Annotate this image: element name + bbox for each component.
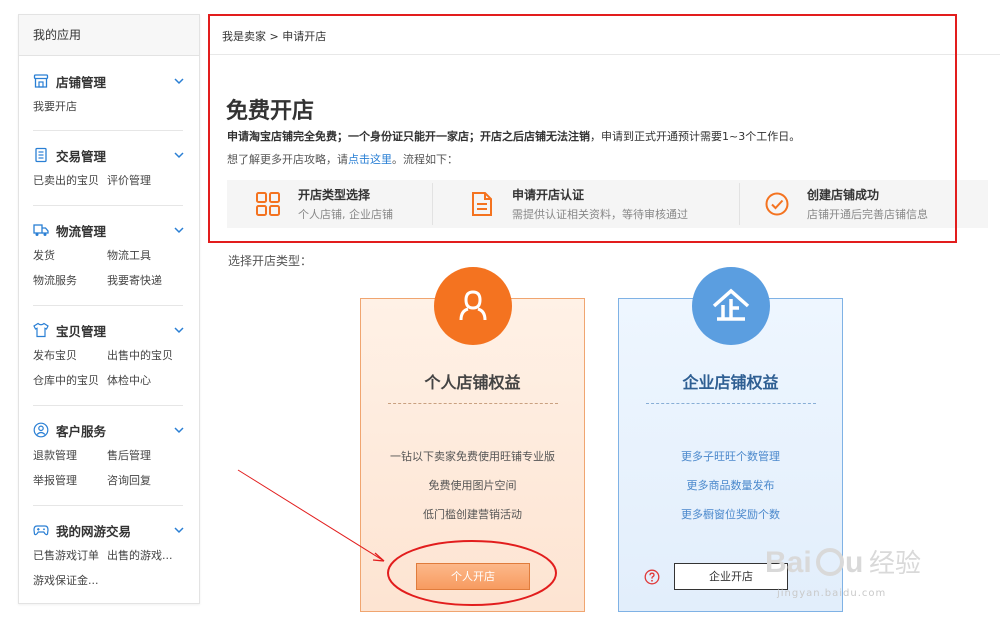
sidebar-section-title[interactable]: 我的网游交易 xyxy=(56,521,173,540)
svg-text:u: u xyxy=(845,546,863,579)
divider xyxy=(33,305,183,306)
sidebar-link-items-on-sale[interactable]: 出售中的宝贝 xyxy=(107,347,185,363)
sidebar-link-publish-item[interactable]: 发布宝贝 xyxy=(33,347,107,363)
sidebar-link-logistics-tools[interactable]: 物流工具 xyxy=(107,247,185,263)
sidebar-section-games: 我的网游交易 已售游戏订单 出售的游戏... 游戏保证金... xyxy=(33,520,185,588)
sidebar-link-items-in-warehouse[interactable]: 仓库中的宝贝 xyxy=(33,372,107,388)
select-shop-type-label: 选择开店类型： xyxy=(228,254,313,268)
sidebar-section-items: 宝贝管理 发布宝贝 出售中的宝贝 仓库中的宝贝 体检中心 xyxy=(33,320,185,388)
sidebar-link-refunds[interactable]: 退款管理 xyxy=(33,447,107,463)
sidebar-section-logistics: 物流管理 发货 物流工具 物流服务 我要寄快递 xyxy=(33,220,185,288)
shop-icon xyxy=(33,74,49,88)
sidebar-link-send-express[interactable]: 我要寄快递 xyxy=(107,272,185,288)
sidebar-link-reports[interactable]: 举报管理 xyxy=(33,472,107,488)
benefit-item: 更多橱窗位奖励个数 xyxy=(681,508,780,521)
person-icon xyxy=(459,290,487,321)
sidebar-link-inquiries[interactable]: 咨询回复 xyxy=(107,472,185,488)
sidebar-link-games-for-sale[interactable]: 出售的游戏... xyxy=(107,547,185,563)
chevron-down-icon[interactable] xyxy=(173,75,185,87)
order-icon xyxy=(35,147,47,163)
customer-icon xyxy=(33,422,49,438)
svg-text:经验: 经验 xyxy=(869,549,921,579)
annotation-highlight-box xyxy=(208,14,957,243)
shirt-icon xyxy=(33,322,49,338)
benefit-item: 一钻以下卖家免费使用旺铺专业版 xyxy=(390,450,555,463)
enterprise-badge xyxy=(692,267,770,345)
sidebar-section-title[interactable]: 店铺管理 xyxy=(56,72,173,91)
gamepad-icon xyxy=(33,525,49,536)
watermark-url: jingyan.baidu.com xyxy=(777,588,887,599)
divider xyxy=(33,205,183,206)
sidebar-link-reviews[interactable]: 评价管理 xyxy=(107,172,185,188)
sidebar: 我的应用 店铺管理 我要开店 交易管理 已卖出的宝贝 评价管理 物流管理 发货 … xyxy=(18,14,200,604)
sidebar-header: 我的应用 xyxy=(19,15,199,56)
page: 我的应用 店铺管理 我要开店 交易管理 已卖出的宝贝 评价管理 物流管理 发货 … xyxy=(0,0,1000,627)
svg-text:Bai: Bai xyxy=(765,546,812,579)
chevron-down-icon[interactable] xyxy=(173,524,185,536)
personal-shop-card[interactable]: 个人店铺权益 一钻以下卖家免费使用旺铺专业版 免费使用图片空间 低门槛创建营销活… xyxy=(360,267,585,612)
sidebar-section-title[interactable]: 客户服务 xyxy=(56,421,173,440)
sidebar-link-ship[interactable]: 发货 xyxy=(33,247,107,263)
baidu-jingyan-logo: Bai u 经验 xyxy=(765,546,921,579)
sidebar-section-title[interactable]: 宝贝管理 xyxy=(56,321,173,340)
sidebar-link-sold-game-orders[interactable]: 已售游戏订单 xyxy=(33,547,107,563)
divider xyxy=(388,403,558,404)
chevron-down-icon[interactable] xyxy=(173,324,185,336)
open-personal-shop-button[interactable]: 个人开店 xyxy=(416,563,530,590)
card-title: 企业店铺权益 xyxy=(682,373,779,392)
card-title: 个人店铺权益 xyxy=(424,373,521,392)
sidebar-link-logistics-service[interactable]: 物流服务 xyxy=(33,272,107,288)
sidebar-link-after-sales[interactable]: 售后管理 xyxy=(107,447,185,463)
sidebar-section-shop: 店铺管理 我要开店 xyxy=(33,71,185,114)
sidebar-section-title[interactable]: 物流管理 xyxy=(56,221,173,240)
chevron-down-icon[interactable] xyxy=(173,224,185,236)
divider xyxy=(33,505,183,506)
sidebar-link-sold-items[interactable]: 已卖出的宝贝 xyxy=(33,172,107,188)
benefit-item: 低门槛创建营销活动 xyxy=(423,508,522,521)
divider xyxy=(646,403,816,404)
sidebar-link-game-deposit[interactable]: 游戏保证金... xyxy=(33,572,107,588)
sidebar-section-trade: 交易管理 已卖出的宝贝 评价管理 xyxy=(33,145,185,188)
chevron-down-icon[interactable] xyxy=(173,424,185,436)
benefit-item: 免费使用图片空间 xyxy=(428,479,517,492)
truck-icon xyxy=(33,224,49,236)
help-icon[interactable] xyxy=(644,569,660,585)
chevron-down-icon[interactable] xyxy=(173,149,185,161)
personal-badge xyxy=(434,267,512,345)
sidebar-link-open-shop[interactable]: 我要开店 xyxy=(33,98,107,114)
sidebar-section-customer: 客户服务 退款管理 售后管理 举报管理 咨询回复 xyxy=(33,420,185,488)
benefit-item: 更多子旺旺个数管理 xyxy=(681,450,780,463)
sidebar-link-health-check[interactable]: 体检中心 xyxy=(107,372,185,388)
sidebar-section-title[interactable]: 交易管理 xyxy=(56,146,173,165)
benefit-item: 更多商品数量发布 xyxy=(686,479,775,492)
watermark: Bai u 经验 jingyan.baidu.com xyxy=(757,538,937,608)
enterprise-icon xyxy=(712,288,750,321)
divider xyxy=(33,405,183,406)
divider xyxy=(33,130,183,131)
